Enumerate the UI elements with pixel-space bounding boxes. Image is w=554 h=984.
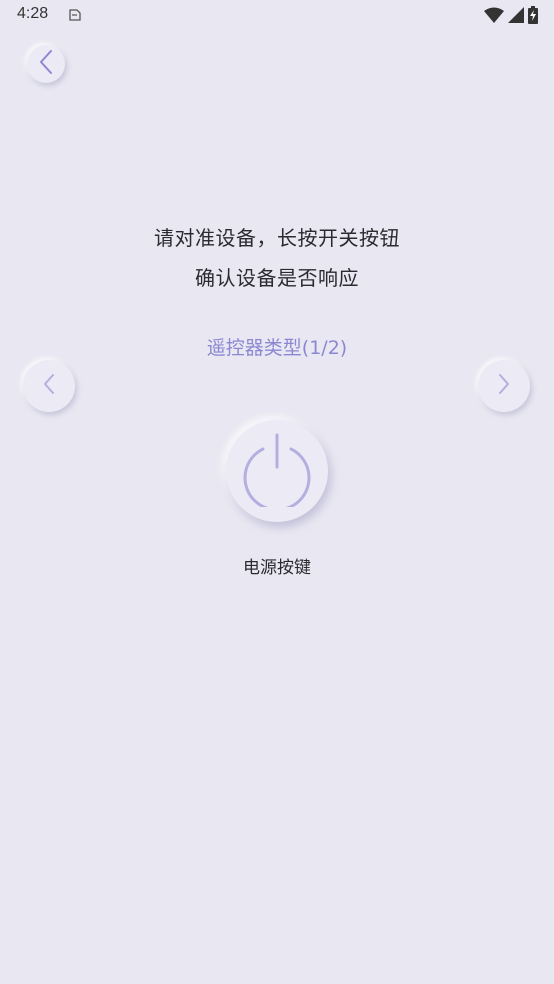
battery-charging-icon xyxy=(528,6,538,28)
power-key-button[interactable] xyxy=(226,420,328,522)
chevron-left-icon xyxy=(42,373,56,399)
status-icons xyxy=(484,6,538,28)
chevron-right-icon xyxy=(497,373,511,399)
instruction-line-1: 请对准设备，长按开关按钮 xyxy=(154,226,400,250)
power-icon xyxy=(239,431,315,512)
status-time: 4:28 xyxy=(17,5,49,22)
chevron-left-icon xyxy=(38,49,54,79)
sim-card-icon xyxy=(66,7,82,23)
cellular-signal-icon xyxy=(508,7,524,27)
status-bar: 4:28 xyxy=(0,0,554,32)
previous-remote-type-button[interactable] xyxy=(23,360,75,412)
instruction-line-2: 确认设备是否响应 xyxy=(195,266,359,290)
next-remote-type-button[interactable] xyxy=(478,360,530,412)
power-key-label: 电源按键 xyxy=(243,558,311,578)
back-button[interactable] xyxy=(27,45,65,83)
remote-type-label: 遥控器类型(1/2) xyxy=(206,337,348,359)
wifi-icon xyxy=(484,7,504,27)
